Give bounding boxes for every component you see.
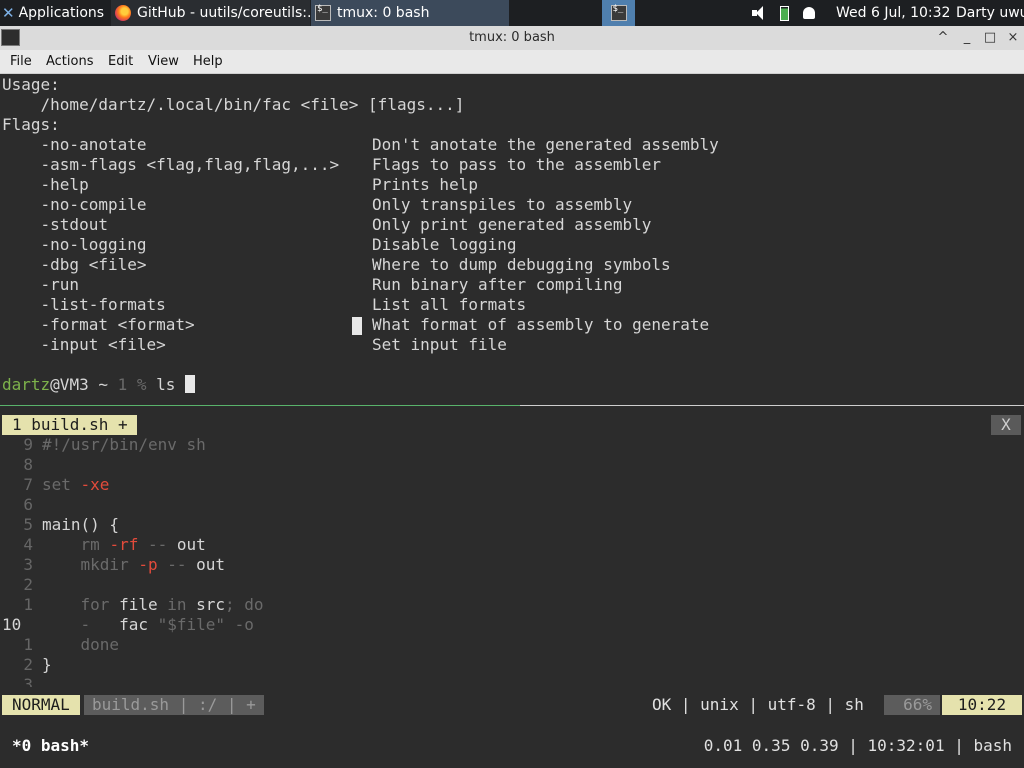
flag-description: What format of assembly to generate [372,315,710,334]
flag-name: -format <format> [2,315,195,334]
flag-description: Don't anotate the generated assembly [372,135,719,154]
flag-name: -asm-flags <flag,flag,flag,...> [2,155,340,174]
window-titlebar[interactable]: tmux: 0 bash ^ _ □ × [0,26,1024,50]
code-line: } [42,655,52,674]
active-pane-indicator [0,405,520,406]
line-number: 2 [23,575,33,594]
vim-statusline: NORMAL build.sh | :/ | + OK | unix | utf… [0,694,1024,716]
flag-description: Where to dump debugging symbols [372,255,671,274]
line-number: 1 [23,595,33,614]
volume-icon[interactable] [752,6,768,20]
shell-prompt[interactable]: dartz@VM3 ~ 1 % ls [2,375,196,395]
workspace-terminal-icon [610,4,627,21]
shade-button[interactable]: ^ [934,29,952,47]
code-line: done [42,635,120,654]
mouse-text-cursor [352,317,362,335]
flag-name: -no-compile [2,195,147,214]
taskbar-item-firefox[interactable]: GitHub - uutils/coreutils:... [111,0,310,26]
prompt-user: dartz [2,375,51,394]
menu-view[interactable]: View [148,54,179,69]
notification-bell-icon[interactable] [803,7,815,19]
prompt-status: 1 % [117,375,157,394]
flag-name: -no-logging [2,235,147,254]
menu-actions[interactable]: Actions [46,54,94,69]
minimize-button[interactable]: _ [958,29,976,47]
line-number: 9 [23,435,33,454]
code-line-current: - fac "$file" -o [42,615,254,634]
vim-mode: NORMAL [2,695,80,715]
menu-edit[interactable]: Edit [108,54,133,69]
menu-bar: File Actions Edit View Help [0,50,1024,74]
flag-name: -input <file> [2,335,166,354]
vim-file-info: OK | unix | utf-8 | sh [652,695,864,714]
usage-command: /home/dartz/.local/bin/fac <file> [flags… [2,95,465,114]
line-number: 1 [23,635,33,654]
flag-description: Set input file [372,335,507,354]
system-tray [752,0,832,26]
firefox-icon [115,5,131,21]
line-number: 8 [23,455,33,474]
taskbar-item-terminal[interactable]: tmux: 0 bash [311,0,509,26]
terminal-icon [315,4,331,21]
buffer-close-button[interactable]: X [991,415,1021,435]
code-line: rm -rf -- out [42,535,206,554]
code-line: set -xe [42,475,110,494]
taskbar-item-label: tmux: 0 bash [337,5,430,21]
flag-name: -list-formats [2,295,166,314]
line-number: 7 [23,475,33,494]
user-menu[interactable]: Darty uwu [956,0,1024,26]
xfce-logo-icon: ✕ [2,4,15,22]
flag-name: -run [2,275,80,294]
battery-icon[interactable] [780,5,789,21]
window-title: tmux: 0 bash [469,30,555,45]
usage-heading: Usage: [2,75,60,94]
menu-help[interactable]: Help [193,54,223,69]
flag-name: -help [2,175,89,194]
close-button[interactable]: × [1004,29,1022,47]
line-number: 4 [23,535,33,554]
code-line: main() { [42,515,120,534]
vim-filename: build.sh | :/ | + [84,695,264,715]
code-line: for file in src; do [42,595,264,614]
terminal-area[interactable]: Usage: /home/dartz/.local/bin/fac <file>… [0,74,1024,768]
terminal-cursor [185,375,196,393]
workspace-switcher[interactable] [602,0,635,26]
clock[interactable]: Wed 6 Jul, 10:32 [836,0,950,26]
current-line-number: 10 [2,615,22,634]
code-line: #!/usr/bin/env sh [42,435,206,454]
menu-file[interactable]: File [10,54,32,69]
applications-menu[interactable]: ✕ Applications [2,0,106,26]
flag-description: Run binary after compiling [372,275,623,294]
code-line: mkdir -p -- out [42,555,226,574]
flag-description: Flags to pass to the assembler [372,155,661,174]
prompt-host: @VM3 ~ [50,375,118,394]
flag-name: -stdout [2,215,108,234]
line-number: 2 [23,655,33,674]
line-number: 3 [23,555,33,574]
flag-description: Prints help [372,175,478,194]
tmux-statusbar: *0 bash* 0.01 0.35 0.39 | 10:32:01 | bas… [0,734,1024,758]
flag-name: -no-anotate [2,135,147,154]
vim-cursor-position: 10:22 [942,695,1022,715]
taskbar-item-label: GitHub - uutils/coreutils:... [137,5,310,21]
tmux-status-right: 0.01 0.35 0.39 | 10:32:01 | bash [703,736,1012,755]
buffer-tab-build-sh[interactable]: 1 build.sh + [2,415,137,435]
line-number: 6 [23,495,33,514]
line-number: 5 [23,515,33,534]
maximize-button[interactable]: □ [981,29,999,47]
prompt-command: ls [156,375,186,394]
flag-description: Only print generated assembly [372,215,652,234]
flag-name: -dbg <file> [2,255,147,274]
vim-buffer-bar: 1 build.sh + X [0,414,1024,436]
flag-description: List all formats [372,295,527,314]
tmux-window-tab[interactable]: *0 bash* [12,736,89,756]
line-number: 3 [23,675,33,687]
vim-scroll-percent: 66% [884,695,940,715]
flag-description: Only transpiles to assembly [372,195,633,214]
flag-description: Disable logging [372,235,517,254]
applications-label: Applications [18,5,105,21]
top-panel: ✕ Applications GitHub - uutils/coreutils… [0,0,1024,26]
flags-heading: Flags: [2,115,60,134]
